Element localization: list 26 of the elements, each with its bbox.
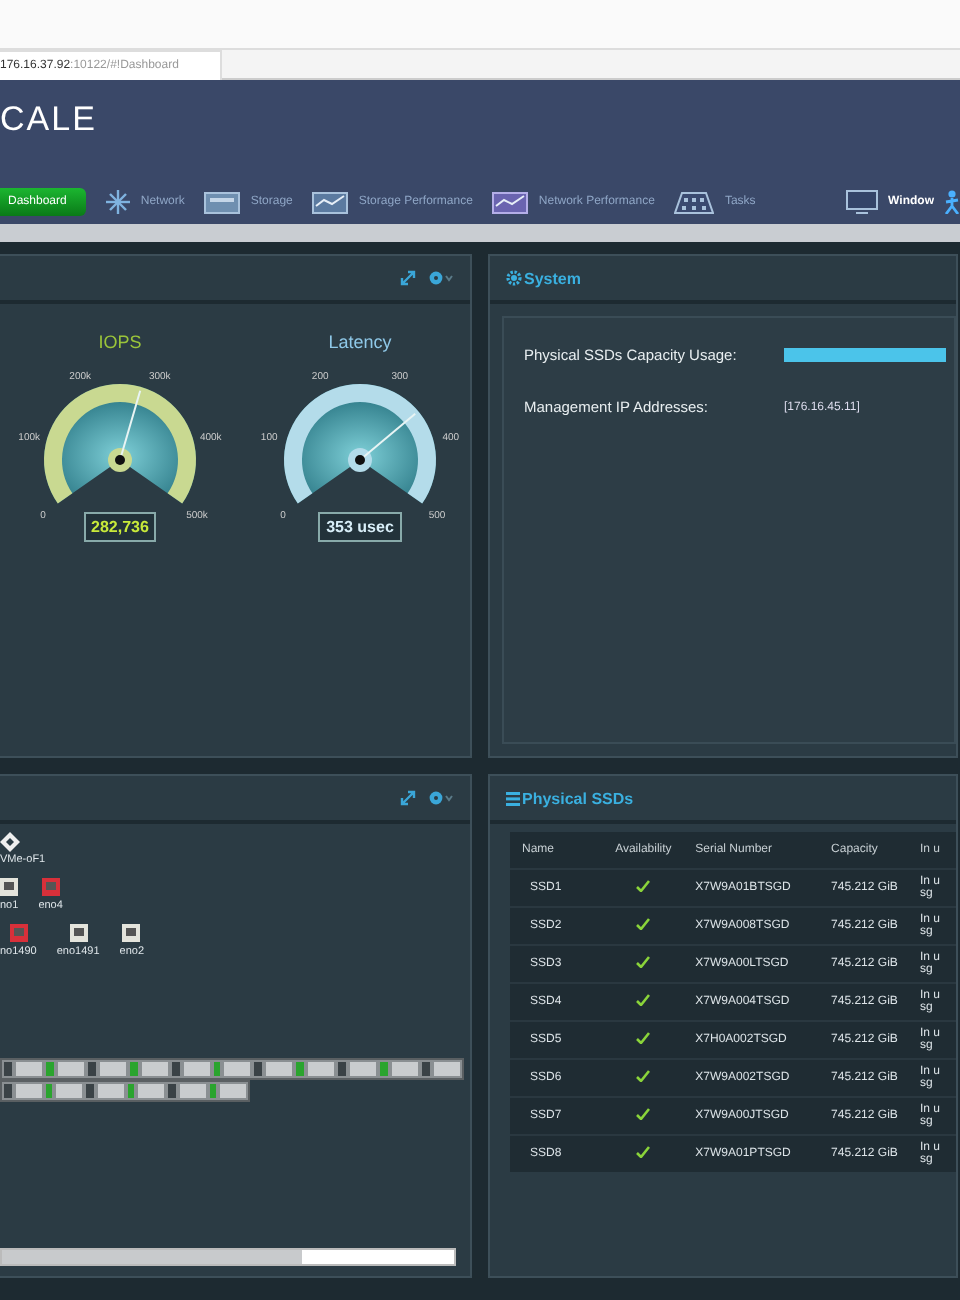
gear-icon[interactable] (428, 790, 454, 806)
ethernet-port-icon[interactable] (69, 924, 88, 942)
gear-icon (506, 270, 522, 286)
chart-window-icon (312, 191, 349, 213)
hub-icon (106, 190, 131, 214)
gauge-reading: 282,736 (83, 512, 157, 542)
panel-title: System (524, 269, 581, 287)
chart-window-icon (492, 191, 529, 213)
gauge-reading: 353 usec (318, 512, 402, 542)
logo: CALE (0, 98, 97, 140)
list-icon (506, 791, 520, 805)
horizontal-scrollbar[interactable] (0, 1248, 456, 1266)
gauge-hub (355, 455, 365, 465)
gauge-hub (115, 455, 125, 465)
grid-icon (674, 191, 715, 213)
gauge-title: IOPS (98, 332, 142, 352)
gear-icon[interactable] (428, 270, 454, 286)
person-icon (944, 190, 960, 214)
ethernet-port-icon[interactable] (0, 878, 19, 896)
expand-icon[interactable] (400, 790, 416, 806)
gauge-title: Latency (328, 332, 392, 352)
drive-icon (204, 191, 241, 213)
panel-title: Physical SSDs (522, 789, 634, 807)
ethernet-port-icon[interactable] (122, 924, 141, 942)
monitor-icon (846, 190, 879, 214)
expand-icon[interactable] (400, 270, 416, 286)
